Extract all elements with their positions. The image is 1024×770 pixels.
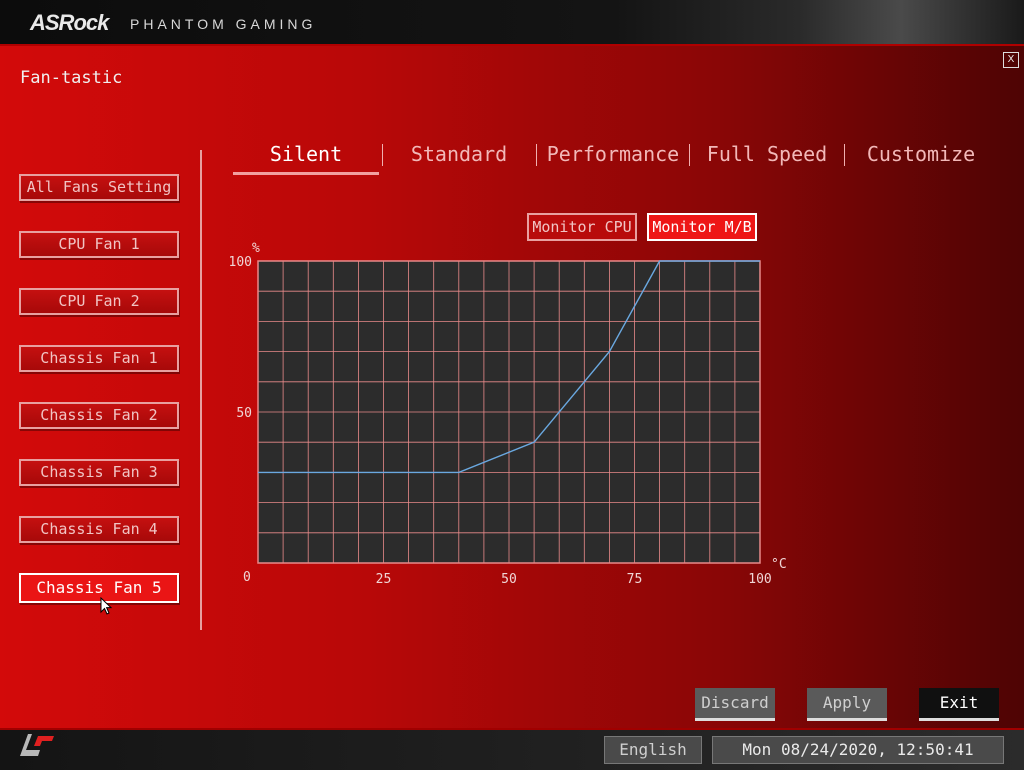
y-axis-unit: % bbox=[252, 241, 260, 256]
chart-grid bbox=[257, 260, 761, 564]
apply-button[interactable]: Apply bbox=[807, 688, 887, 718]
y-tick-label: 100 bbox=[229, 255, 252, 270]
fan-curve-chart[interactable]: 25 50 75 100 100 50 % °C 0 bbox=[0, 0, 1024, 768]
x-tick-label: 25 bbox=[376, 572, 392, 587]
y-tick-label: 50 bbox=[236, 406, 252, 421]
language-button[interactable]: English bbox=[604, 736, 702, 764]
x-tick-label: 75 bbox=[627, 572, 643, 587]
mouse-cursor-icon bbox=[100, 597, 113, 615]
x-tick-label: 50 bbox=[501, 572, 517, 587]
x-tick-label: 100 bbox=[748, 572, 771, 587]
discard-button[interactable]: Discard bbox=[695, 688, 775, 718]
datetime-display: Mon 08/24/2020, 12:50:41 bbox=[712, 736, 1004, 764]
axis-origin-label: 0 bbox=[243, 570, 251, 585]
phantom-gaming-logo-icon bbox=[20, 734, 54, 756]
x-axis-unit: °C bbox=[771, 557, 787, 572]
exit-button[interactable]: Exit bbox=[919, 688, 999, 718]
